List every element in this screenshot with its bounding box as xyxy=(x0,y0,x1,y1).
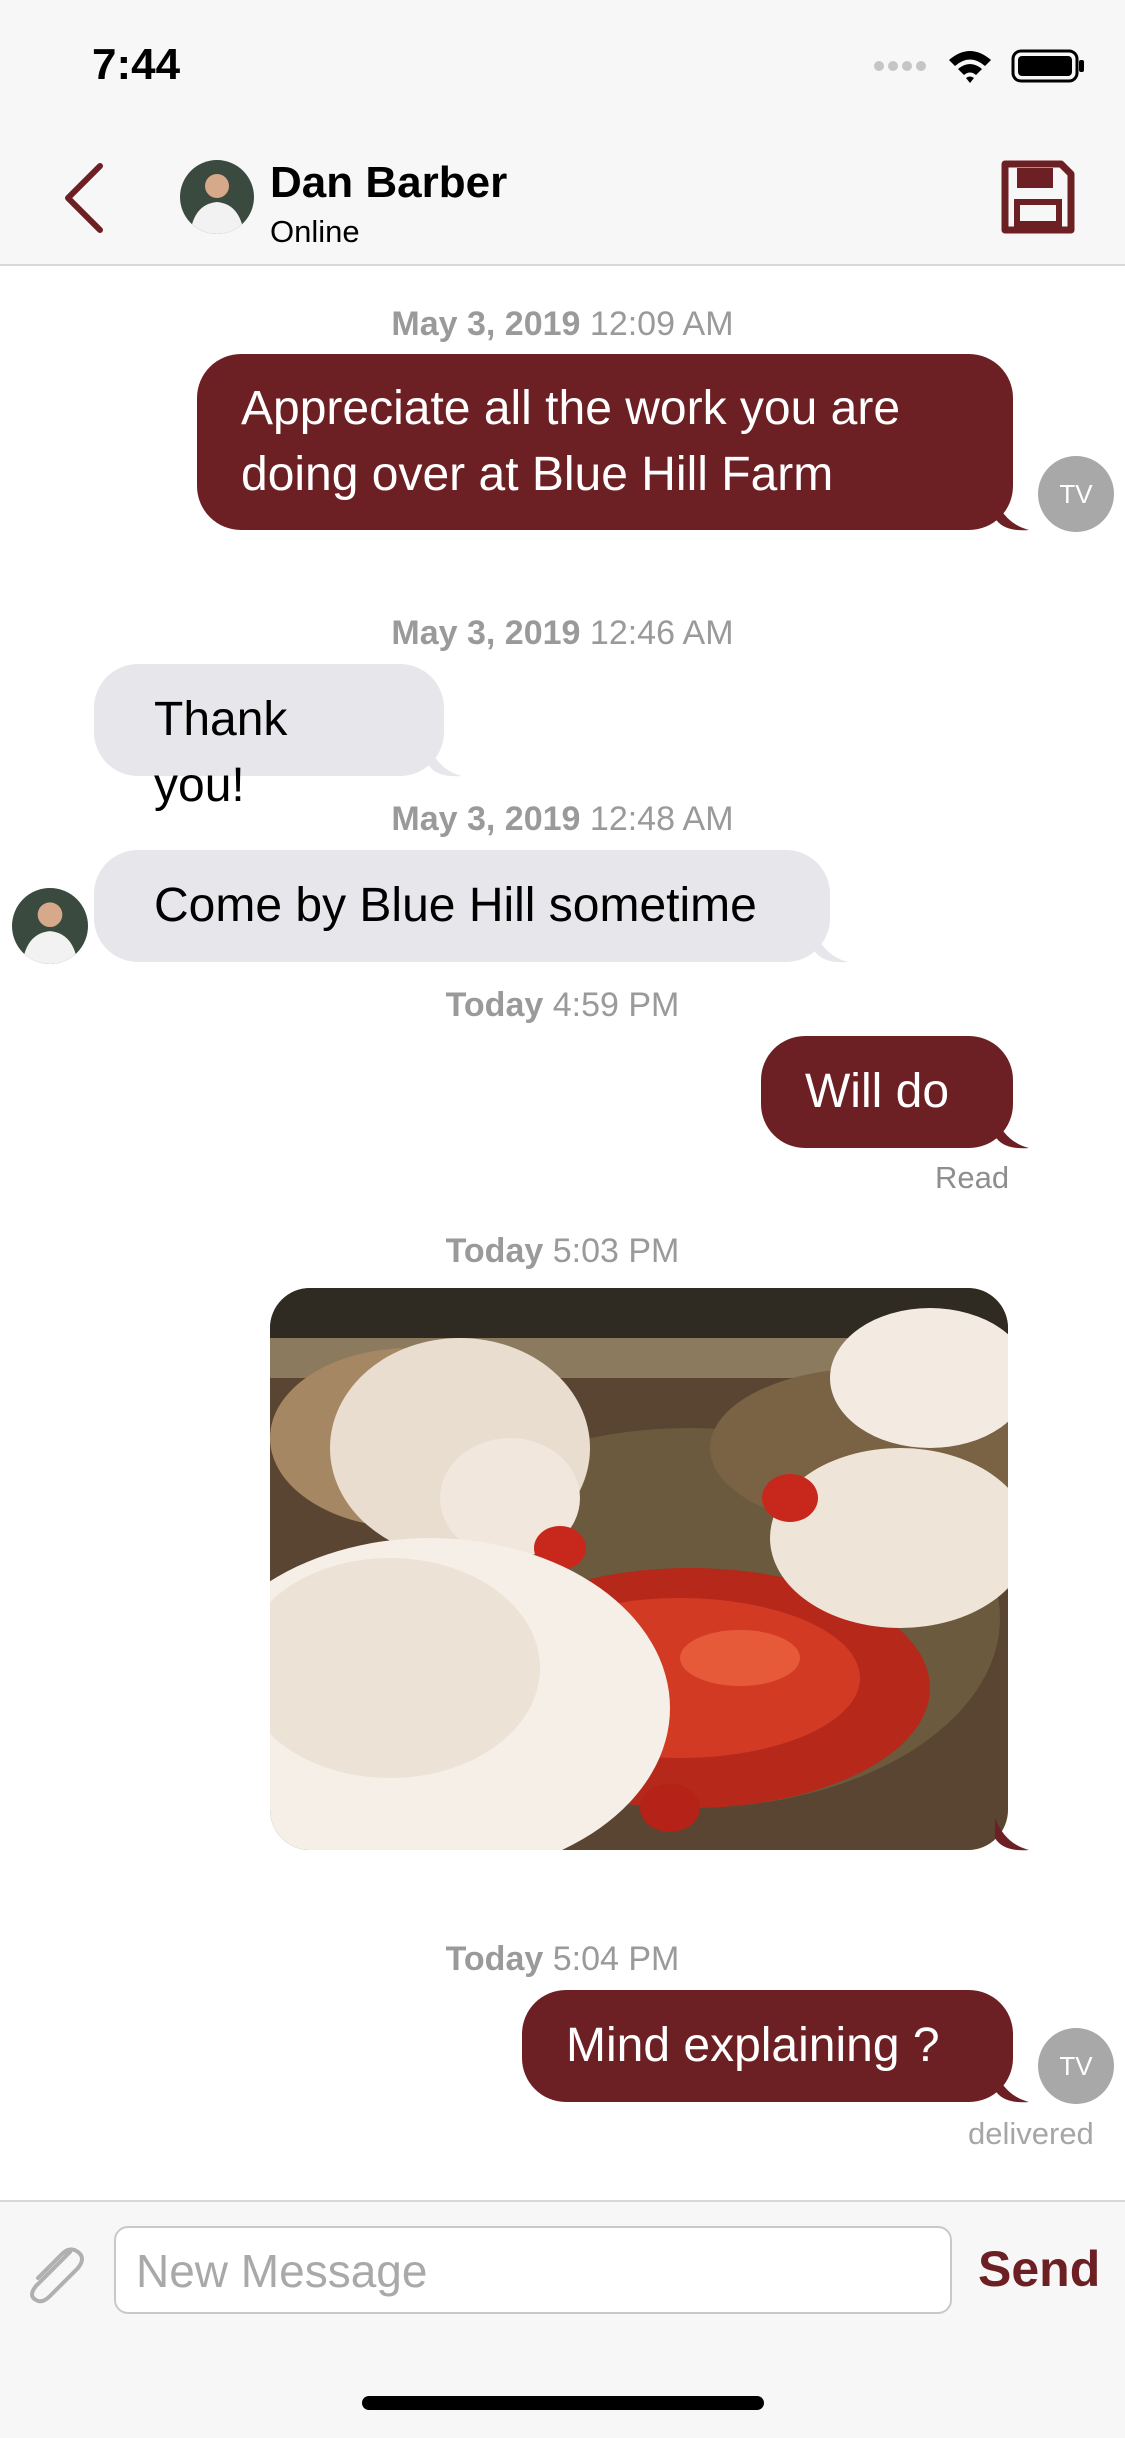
contact-status: Online xyxy=(270,214,360,249)
message-input[interactable]: New Message xyxy=(114,2226,952,2314)
status-time: 7:44 xyxy=(92,40,181,89)
status-icons xyxy=(873,48,1085,84)
outgoing-message-bubble[interactable]: Mind explaining ? xyxy=(522,1990,1013,2102)
message-text: Will do xyxy=(805,1065,950,1118)
bubble-tail xyxy=(995,2070,1029,2103)
send-button[interactable]: Send xyxy=(978,2240,1100,2298)
attach-button[interactable] xyxy=(20,2238,90,2313)
message-timestamp: Today 5:04 PM xyxy=(445,1940,680,1978)
paperclip-icon xyxy=(30,2247,84,2304)
message-timestamp: May 3, 2019 12:46 AM xyxy=(391,614,734,652)
incoming-message-bubble[interactable]: Thank you! xyxy=(94,664,444,812)
message-timestamp: May 3, 2019 12:09 AM xyxy=(391,305,734,343)
chef-avatar-icon xyxy=(180,160,254,234)
message-timestamp: Today 4:59 PM xyxy=(445,986,680,1024)
image-message[interactable] xyxy=(270,1288,1008,1850)
message-text: Come by Blue Hill sometime xyxy=(154,879,757,932)
chevron-left-icon xyxy=(65,163,103,233)
outgoing-message-bubble[interactable]: Appreciate all the work you are doing ov… xyxy=(197,354,1013,530)
message-timestamp: Today 5:03 PM xyxy=(445,1232,680,1270)
user-avatar: TV xyxy=(1038,2028,1114,2104)
bubble-tail xyxy=(995,1116,1029,1149)
contact-avatar[interactable] xyxy=(180,160,254,234)
floppy-disk-icon xyxy=(1001,160,1075,234)
read-receipt: Read xyxy=(935,1160,1010,1195)
home-indicator[interactable] xyxy=(362,2396,764,2410)
message-timestamp: May 3, 2019 12:48 AM xyxy=(391,800,734,838)
cellular-signal-icon xyxy=(874,61,926,71)
save-button[interactable] xyxy=(1001,160,1075,239)
contact-name: Dan Barber xyxy=(270,158,508,207)
status-bar: 7:44 xyxy=(0,0,1125,130)
battery-icon xyxy=(1011,49,1084,83)
chef-avatar-icon xyxy=(12,888,88,964)
back-button[interactable] xyxy=(60,160,110,241)
bubble-tail xyxy=(995,1818,1029,1851)
bubble-tail xyxy=(814,930,848,963)
chickens-photo xyxy=(270,1288,1008,1850)
bubble-tail xyxy=(995,498,1029,531)
message-text: Mind explaining ? xyxy=(566,2019,940,2072)
message-text: Thank you! xyxy=(154,693,288,812)
contact-avatar xyxy=(12,888,88,964)
delivery-status: delivered xyxy=(968,2116,1094,2151)
incoming-message-bubble[interactable]: Come by Blue Hill sometime xyxy=(94,850,830,962)
outgoing-message-bubble[interactable]: Will do xyxy=(761,1036,1013,1148)
user-avatar: TV xyxy=(1038,456,1114,532)
bubble-tail xyxy=(428,744,462,777)
message-text: Appreciate all the work you are doing ov… xyxy=(241,382,901,501)
navigation-bar: Dan Barber Online xyxy=(0,130,1125,266)
wifi-icon xyxy=(949,51,991,83)
